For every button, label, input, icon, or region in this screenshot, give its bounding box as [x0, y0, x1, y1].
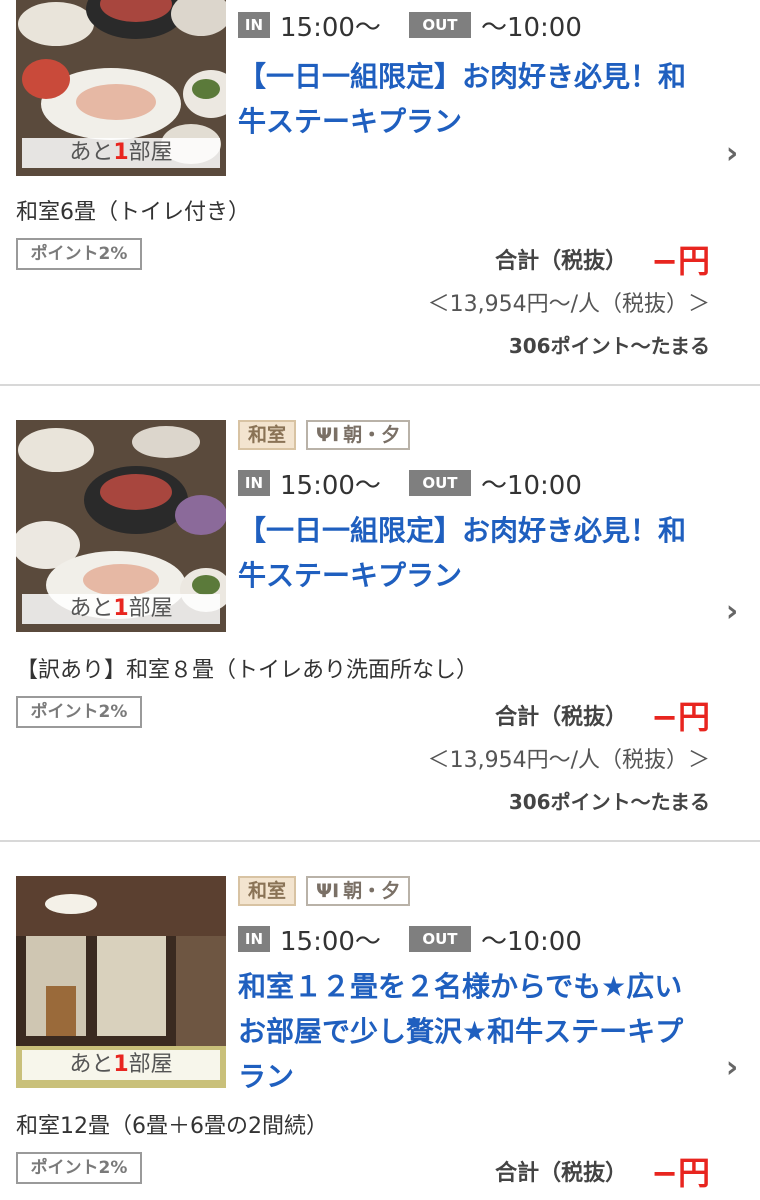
chevron-right-icon[interactable]: › [718, 597, 746, 627]
checkout-time: 〜10:00 [480, 12, 582, 43]
total-price-row: 合計（税抜） −円 [495, 692, 710, 738]
rooms-left-label: あと1部屋 [22, 138, 220, 168]
points-badge: ポイント2% [16, 238, 142, 270]
checkin-time: 15:00〜 [280, 12, 381, 43]
checkin-badge: IN [238, 12, 270, 38]
points-earned: 306ポイント〜たまる [508, 790, 710, 814]
checkin-checkout-times: IN 15:00〜 OUT 〜10:00 [238, 8, 582, 43]
plan-title-link[interactable]: 和室１２畳を２名様からでも★広い お部屋で少し贅沢★和牛ステーキプ ラン [238, 964, 728, 1099]
checkout-time: 〜10:00 [480, 926, 582, 957]
total-price: −円 [651, 242, 710, 280]
checkout-badge: OUT [408, 12, 471, 38]
chevron-right-icon[interactable]: › [718, 139, 746, 169]
plan-title-line: 牛ステーキプラン [238, 105, 463, 138]
total-price-row: 合計（税抜） −円 [495, 1148, 710, 1194]
plan-title-line: ラン [238, 1060, 295, 1093]
total-label: 合計（税抜） [495, 249, 628, 274]
rooms-left-label: あと1部屋 [22, 594, 220, 624]
plan-title-line: 牛ステーキプラン [238, 559, 463, 592]
room-type: 【訳あり】和室８畳（トイレあり洗面所なし） [16, 658, 479, 683]
checkin-badge: IN [238, 470, 270, 496]
plan-title-line: 和室１２畳を２名様からでも★広い [238, 970, 683, 1003]
plan-card-2[interactable]: あと1部屋 和室 ΨΙ 朝・夕 IN 15:00〜 OUT 〜10:00 【一日一… [0, 386, 760, 840]
total-label: 合計（税抜） [495, 705, 628, 730]
meal-tag: ΨΙ 朝・夕 [306, 876, 411, 906]
total-label: 合計（税抜） [495, 1161, 628, 1186]
plan-tags: 和室 ΨΙ 朝・夕 [238, 876, 411, 910]
plan-title-line: お部屋で少し贅沢★和牛ステーキプ [238, 1015, 684, 1048]
plan-card-3[interactable]: あと1部屋 和室 ΨΙ 朝・夕 IN 15:00〜 OUT 〜10:00 和室１２… [0, 842, 760, 1200]
per-person-price: ＜13,954円〜/人（税抜）＞ [427, 748, 710, 773]
plan-image[interactable]: あと1部屋 [16, 0, 226, 176]
room-type: 和室12畳（6畳＋6畳の2間続） [16, 1114, 328, 1139]
plan-image[interactable]: あと1部屋 [16, 420, 226, 632]
points-earned: 306ポイント〜たまる [508, 334, 710, 358]
total-price: −円 [651, 1154, 710, 1192]
rooms-left-label: あと1部屋 [22, 1050, 220, 1080]
fork-knife-icon: ΨΙ [316, 424, 340, 446]
plan-title-line: 【一日一組限定】お肉好き必見！和 [238, 60, 687, 93]
room-type: 和室6畳（トイレ付き） [16, 200, 250, 225]
plan-image[interactable]: あと1部屋 [16, 876, 226, 1088]
plan-title-link[interactable]: 【一日一組限定】お肉好き必見！和 牛ステーキプラン [238, 508, 728, 598]
room-type-tag: 和室 [238, 876, 297, 906]
checkin-badge: IN [238, 926, 270, 952]
points-badge: ポイント2% [16, 1152, 142, 1184]
plan-tags: 和室 ΨΙ 朝・夕 [238, 420, 411, 454]
checkin-time: 15:00〜 [280, 470, 381, 501]
checkout-badge: OUT [408, 926, 471, 952]
checkin-checkout-times: IN 15:00〜 OUT 〜10:00 [238, 922, 582, 957]
room-type-tag: 和室 [238, 420, 297, 450]
checkin-time: 15:00〜 [280, 926, 381, 957]
meal-tag: ΨΙ 朝・夕 [306, 420, 411, 450]
total-price-row: 合計（税抜） −円 [495, 236, 710, 282]
plan-title-line: 【一日一組限定】お肉好き必見！和 [238, 514, 687, 547]
total-price: −円 [651, 698, 710, 736]
checkout-badge: OUT [408, 470, 471, 496]
plan-title-link[interactable]: 【一日一組限定】お肉好き必見！和 牛ステーキプラン [238, 54, 728, 144]
points-badge: ポイント2% [16, 696, 142, 728]
per-person-price: ＜13,954円〜/人（税抜）＞ [427, 292, 710, 317]
checkin-checkout-times: IN 15:00〜 OUT 〜10:00 [238, 466, 582, 501]
fork-knife-icon: ΨΙ [316, 880, 340, 902]
chevron-right-icon[interactable]: › [718, 1053, 746, 1083]
checkout-time: 〜10:00 [480, 470, 582, 501]
plan-card-1[interactable]: あと1部屋 IN 15:00〜 OUT 〜10:00 【一日一組限定】お肉好き必… [0, 0, 760, 384]
